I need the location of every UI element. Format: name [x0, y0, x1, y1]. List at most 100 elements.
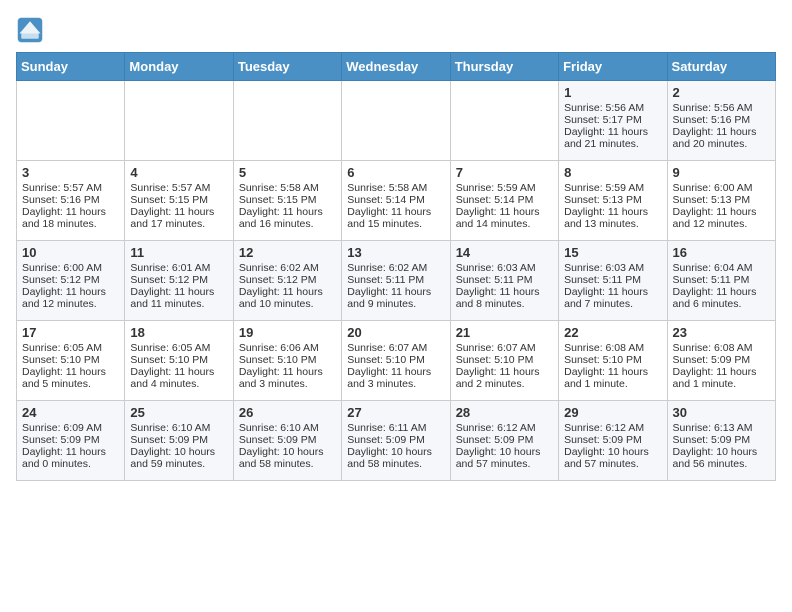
day-number: 17 — [22, 325, 119, 340]
logo-icon — [16, 16, 44, 44]
day-info: Daylight: 10 hours — [564, 446, 661, 458]
day-number: 13 — [347, 245, 444, 260]
day-info: and 3 minutes. — [347, 378, 444, 390]
day-info: and 16 minutes. — [239, 218, 336, 230]
day-info: Sunrise: 6:03 AM — [564, 262, 661, 274]
day-number: 21 — [456, 325, 553, 340]
weekday-header: Thursday — [450, 53, 558, 81]
day-info: Sunset: 5:09 PM — [239, 434, 336, 446]
day-info: and 13 minutes. — [564, 218, 661, 230]
day-info: and 2 minutes. — [456, 378, 553, 390]
calendar-week-row: 1Sunrise: 5:56 AMSunset: 5:17 PMDaylight… — [17, 81, 776, 161]
day-info: and 58 minutes. — [347, 458, 444, 470]
day-info: Sunrise: 6:01 AM — [130, 262, 227, 274]
day-info: and 10 minutes. — [239, 298, 336, 310]
calendar-cell: 21Sunrise: 6:07 AMSunset: 5:10 PMDayligh… — [450, 321, 558, 401]
calendar-cell: 25 Sunrise: 6:10 AMSunset: 5:09 PMDayligh… — [125, 401, 233, 481]
day-info: Daylight: 11 hours — [673, 366, 770, 378]
day-number: 30 — [673, 405, 770, 420]
day-info: Sunrise: 6:02 AM — [239, 262, 336, 274]
day-info: and 57 minutes. — [456, 458, 553, 470]
day-info: Daylight: 10 hours — [130, 446, 227, 458]
calendar-cell — [450, 81, 558, 161]
calendar-week-row: 10Sunrise: 6:00 AMSunset: 5:12 PMDayligh… — [17, 241, 776, 321]
day-info: Sunrise: 6:07 AM — [456, 342, 553, 354]
day-info: Sunrise: 6:06 AM — [239, 342, 336, 354]
day-number: 15 — [564, 245, 661, 260]
day-number: 12 — [239, 245, 336, 260]
calendar-cell — [17, 81, 125, 161]
day-info: Sunset: 5:09 PM — [564, 434, 661, 446]
day-number: 23 — [673, 325, 770, 340]
calendar-cell: 13Sunrise: 6:02 AMSunset: 5:11 PMDayligh… — [342, 241, 450, 321]
day-info: Daylight: 11 hours — [456, 206, 553, 218]
day-info: Sunset: 5:15 PM — [130, 194, 227, 206]
day-info: and 15 minutes. — [347, 218, 444, 230]
day-number: 9 — [673, 165, 770, 180]
day-info: Sunrise: 6:03 AM — [456, 262, 553, 274]
day-number: 25 — [130, 405, 227, 420]
day-info: Sunrise: 6:07 AM — [347, 342, 444, 354]
day-info: and 17 minutes. — [130, 218, 227, 230]
day-info: Sunrise: 6:05 AM — [22, 342, 119, 354]
day-info: Sunset: 5:09 PM — [347, 434, 444, 446]
day-info: Sunrise: 5:58 AM — [239, 182, 336, 194]
day-number: 10 — [22, 245, 119, 260]
day-number: 26 — [239, 405, 336, 420]
calendar-header: SundayMondayTuesdayWednesdayThursdayFrid… — [17, 53, 776, 81]
header-row: SundayMondayTuesdayWednesdayThursdayFrid… — [17, 53, 776, 81]
day-info: and 6 minutes. — [673, 298, 770, 310]
day-info: and 4 minutes. — [130, 378, 227, 390]
day-info: and 57 minutes. — [564, 458, 661, 470]
day-info: Sunrise: 6:08 AM — [673, 342, 770, 354]
calendar-cell: 30Sunrise: 6:13 AMSunset: 5:09 PMDayligh… — [667, 401, 775, 481]
calendar-cell: 8Sunrise: 5:59 AMSunset: 5:13 PMDaylight… — [559, 161, 667, 241]
calendar-cell: 16Sunrise: 6:04 AMSunset: 5:11 PMDayligh… — [667, 241, 775, 321]
day-info: and 5 minutes. — [22, 378, 119, 390]
day-info: Sunrise: 6:00 AM — [22, 262, 119, 274]
day-info: and 56 minutes. — [673, 458, 770, 470]
day-info: Daylight: 11 hours — [347, 286, 444, 298]
day-info: Sunrise: 5:57 AM — [22, 182, 119, 194]
day-info: Sunset: 5:11 PM — [564, 274, 661, 286]
day-info: Sunset: 5:09 PM — [130, 434, 227, 446]
weekday-header: Monday — [125, 53, 233, 81]
day-info: Sunrise: 6:10 AM — [130, 422, 227, 434]
day-number: 19 — [239, 325, 336, 340]
day-number: 14 — [456, 245, 553, 260]
day-info: Daylight: 11 hours — [22, 206, 119, 218]
day-number: 1 — [564, 85, 661, 100]
day-info: Sunset: 5:14 PM — [347, 194, 444, 206]
day-info: and 7 minutes. — [564, 298, 661, 310]
day-info: Daylight: 11 hours — [239, 286, 336, 298]
calendar-table: SundayMondayTuesdayWednesdayThursdayFrid… — [16, 52, 776, 481]
day-info: Sunset: 5:09 PM — [22, 434, 119, 446]
calendar-cell: 7Sunrise: 5:59 AMSunset: 5:14 PMDaylight… — [450, 161, 558, 241]
day-info: Daylight: 11 hours — [130, 286, 227, 298]
day-info: Daylight: 10 hours — [347, 446, 444, 458]
calendar-cell: 17Sunrise: 6:05 AMSunset: 5:10 PMDayligh… — [17, 321, 125, 401]
day-info: and 20 minutes. — [673, 138, 770, 150]
day-info: Sunset: 5:15 PM — [239, 194, 336, 206]
day-number: 2 — [673, 85, 770, 100]
day-info: Sunset: 5:10 PM — [347, 354, 444, 366]
calendar-cell: 4Sunrise: 5:57 AMSunset: 5:15 PMDaylight… — [125, 161, 233, 241]
day-info: Daylight: 11 hours — [564, 366, 661, 378]
day-info: Sunrise: 6:04 AM — [673, 262, 770, 274]
calendar-cell — [342, 81, 450, 161]
day-number: 28 — [456, 405, 553, 420]
day-info: and 18 minutes. — [22, 218, 119, 230]
calendar-week-row: 17 Sunrise: 6:05 AM Sunset: 5:10 PM Dayligh… — [17, 321, 776, 401]
weekday-header: Tuesday — [233, 53, 341, 81]
day-info: Daylight: 11 hours — [564, 126, 661, 138]
day-number: 20 — [347, 325, 444, 340]
calendar-body: 1Sunrise: 5:56 AMSunset: 5:17 PMDaylight… — [17, 81, 776, 481]
day-info: Sunset: 5:10 PM — [456, 354, 553, 366]
day-number: 16 — [673, 245, 770, 260]
calendar-cell: 11Sunrise: 6:01 AMSunset: 5:12 PMDayligh… — [125, 241, 233, 321]
day-info: Daylight: 10 hours — [673, 446, 770, 458]
calendar-week-row: 24Sunrise: 6:09 AMSunset: 5:09 PMDayligh… — [17, 401, 776, 481]
day-info: Sunrise: 6:08 AM — [564, 342, 661, 354]
day-info: Daylight: 11 hours — [130, 366, 227, 378]
day-info: and 14 minutes. — [456, 218, 553, 230]
